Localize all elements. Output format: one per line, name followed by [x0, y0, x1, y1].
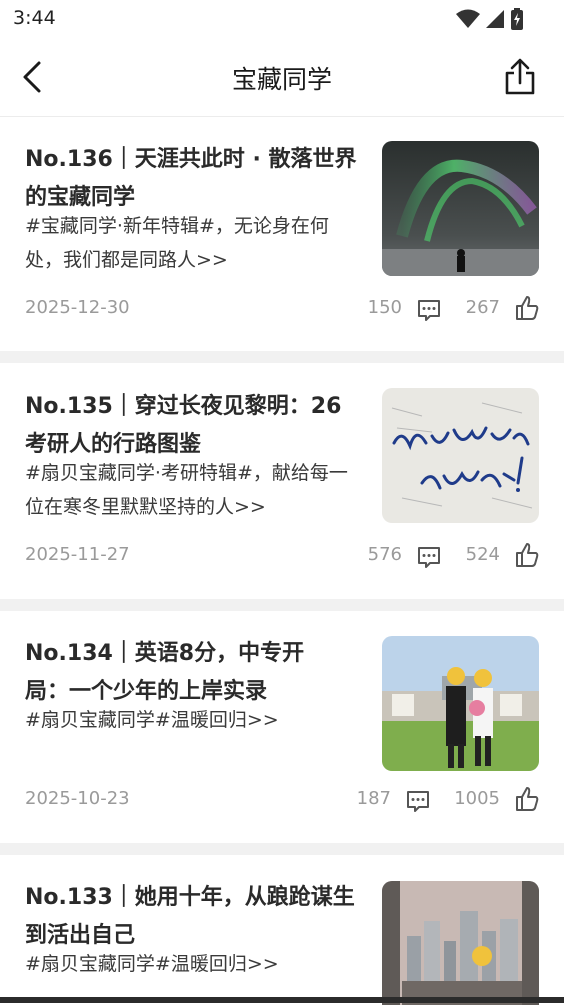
like-count: 1005: [454, 788, 500, 809]
battery-icon: [511, 8, 523, 30]
thumbs-up-icon[interactable]: [514, 786, 540, 812]
comment-count: 187: [356, 788, 391, 809]
article-card[interactable]: No.136｜天涯共此时 · 散落世界的宝藏同学 #宝藏同学·新年特辑#，无论身…: [0, 117, 564, 351]
article-title: No.134｜英语8分，中专开局：一个少年的上岸实录: [25, 641, 305, 704]
article-thumbnail-graduation: [382, 636, 539, 771]
article-title: No.135｜穿过长夜见黎明：26考研人的行路图鉴: [25, 394, 342, 457]
like-count: 524: [465, 544, 500, 565]
card-divider: [0, 843, 564, 855]
article-date: 2025-11-27: [25, 544, 130, 565]
comment-count: 150: [367, 297, 402, 318]
bottom-edge: [0, 997, 564, 1003]
article-card[interactable]: No.134｜英语8分，中专开局：一个少年的上岸实录 #扇贝宝藏同学#温暖回归>…: [0, 611, 564, 843]
article-thumbnail-city: [382, 881, 539, 1005]
like-count: 267: [465, 297, 500, 318]
article-thumbnail-handwriting: [382, 388, 539, 523]
status-time: 3:44: [13, 7, 56, 29]
article-card[interactable]: No.135｜穿过长夜见黎明：26考研人的行路图鉴 #扇贝宝藏同学·考研特辑#，…: [0, 363, 564, 599]
page-title: 宝藏同学: [231, 65, 332, 94]
status-icons: [456, 7, 524, 31]
article-thumbnail-aurora: [382, 141, 539, 276]
card-divider: [0, 351, 564, 363]
comment-icon[interactable]: [416, 544, 442, 570]
nav-bar: 宝藏同学: [0, 38, 564, 117]
article-card[interactable]: No.133｜她用十年，从踉跄谋生到活出自己 #扇贝宝藏同学#温暖回归>>: [0, 855, 564, 1005]
thumbs-up-icon[interactable]: [514, 542, 540, 568]
article-date: 2025-10-23: [25, 788, 130, 809]
article-title: No.136｜天涯共此时 · 散落世界的宝藏同学: [25, 147, 357, 210]
article-description: #扇贝宝藏同学·考研特辑#，献给每一位在寒冬里默默坚持的人>>: [25, 462, 348, 518]
article-description: #宝藏同学·新年特辑#，无论身在何处，我们都是同路人>>: [25, 215, 329, 271]
share-icon[interactable]: [502, 56, 538, 96]
signal-icon: [486, 10, 504, 28]
wifi-icon: [456, 9, 480, 28]
status-bar: 3:44: [0, 0, 564, 38]
comment-icon[interactable]: [416, 297, 442, 323]
article-description: #扇贝宝藏同学#温暖回归>>: [25, 709, 279, 731]
card-divider: [0, 599, 564, 611]
article-date: 2025-12-30: [25, 297, 130, 318]
comment-icon[interactable]: [405, 788, 431, 814]
thumbs-up-icon[interactable]: [514, 295, 540, 321]
article-title: No.133｜她用十年，从踉跄谋生到活出自己: [25, 885, 355, 948]
article-description: #扇贝宝藏同学#温暖回归>>: [25, 953, 279, 975]
comment-count: 576: [367, 544, 402, 565]
